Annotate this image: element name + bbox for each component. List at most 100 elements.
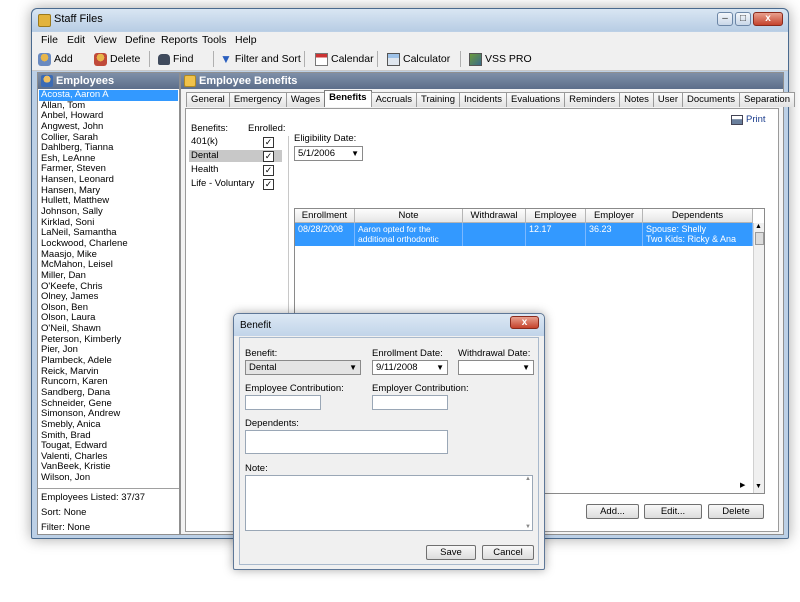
- delete-button[interactable]: Delete: [94, 51, 140, 67]
- employee-list-item[interactable]: Miller, Dan: [39, 271, 178, 282]
- employee-list-item[interactable]: Dahlberg, Tianna: [39, 143, 178, 154]
- employee-list-item[interactable]: Johnson, Sally: [39, 207, 178, 218]
- employee-list-item[interactable]: O'Keefe, Chris: [39, 282, 178, 293]
- column-header[interactable]: Employer Pays: [586, 209, 643, 223]
- employee-list-item[interactable]: Schneider, Gene: [39, 399, 178, 410]
- add-button[interactable]: Add: [38, 51, 73, 67]
- employee-list-item[interactable]: Angwest, John: [39, 122, 178, 133]
- tab-documents[interactable]: Documents: [682, 92, 740, 107]
- dialog-title-bar[interactable]: Benefit x: [234, 314, 544, 336]
- menu-define[interactable]: Define: [125, 34, 155, 46]
- column-header[interactable]: Note: [355, 209, 463, 223]
- employee-list-item[interactable]: McMahon, Leisel: [39, 260, 178, 271]
- table-cell[interactable]: 36.23: [586, 223, 643, 246]
- employee-list-item[interactable]: Tougat, Edward: [39, 441, 178, 452]
- note-textarea[interactable]: ▲ ▼: [245, 475, 533, 531]
- employee-list-item[interactable]: Olson, Laura: [39, 313, 178, 324]
- table-cell[interactable]: 12.17: [526, 223, 586, 246]
- cancel-button[interactable]: Cancel: [482, 545, 534, 560]
- menu-edit[interactable]: Edit: [67, 34, 85, 46]
- tab-benefits[interactable]: Benefits: [324, 90, 371, 107]
- employee-list-item[interactable]: O'Neil, Shawn: [39, 324, 178, 335]
- employee-list-item[interactable]: Peterson, Kimberly: [39, 335, 178, 346]
- add-benefit-button[interactable]: Add...: [586, 504, 639, 519]
- benefit-list-item[interactable]: Health✓: [189, 164, 282, 176]
- menu-help[interactable]: Help: [235, 34, 257, 46]
- calculator-button[interactable]: Calculator: [387, 51, 450, 67]
- maximize-button[interactable]: □: [735, 12, 751, 26]
- employee-list-item[interactable]: Collier, Sarah: [39, 133, 178, 144]
- tab-training[interactable]: Training: [416, 92, 460, 107]
- table-cell[interactable]: 08/28/2008: [295, 223, 355, 246]
- employee-list-item[interactable]: Plambeck, Adele: [39, 356, 178, 367]
- menu-tools[interactable]: Tools: [202, 34, 227, 46]
- employee-list-item[interactable]: Sandberg, Dana: [39, 388, 178, 399]
- employee-list-item[interactable]: Reick, Marvin: [39, 367, 178, 378]
- menu-file[interactable]: File: [41, 34, 58, 46]
- employee-list-item[interactable]: Smith, Brad: [39, 431, 178, 442]
- benefit-list-item[interactable]: Life - Voluntary✓: [189, 178, 282, 190]
- column-header[interactable]: Employee Pays: [526, 209, 586, 223]
- column-header[interactable]: Dependents: [643, 209, 753, 223]
- withdrawal-date-picker[interactable]: ▼: [458, 360, 534, 375]
- column-header[interactable]: Withdrawal Date: [463, 209, 526, 223]
- benefit-select[interactable]: Dental ▼: [245, 360, 361, 375]
- menu-view[interactable]: View: [94, 34, 117, 46]
- employee-list-item[interactable]: Pier, Jon: [39, 345, 178, 356]
- tab-reminders[interactable]: Reminders: [564, 92, 620, 107]
- tab-notes[interactable]: Notes: [619, 92, 654, 107]
- menu-reports[interactable]: Reports: [161, 34, 198, 46]
- table-cell[interactable]: [463, 223, 526, 246]
- tab-user[interactable]: User: [653, 92, 683, 107]
- employee-list-item[interactable]: Hullett, Matthew: [39, 196, 178, 207]
- employee-list-item[interactable]: LaNeil, Samantha: [39, 228, 178, 239]
- employee-list-item[interactable]: Runcorn, Karen: [39, 377, 178, 388]
- employee-list-item[interactable]: Allan, Tom: [39, 101, 178, 112]
- employer-contribution-input[interactable]: [372, 395, 448, 410]
- tab-incidents[interactable]: Incidents: [459, 92, 507, 107]
- benefit-list-item[interactable]: Dental✓: [189, 150, 282, 162]
- employee-list-item[interactable]: Smebly, Anica: [39, 420, 178, 431]
- employee-list-item[interactable]: Kirklad, Soni: [39, 218, 178, 229]
- enrolled-checkbox[interactable]: ✓: [263, 151, 274, 162]
- employee-list-item[interactable]: Olson, Ben: [39, 303, 178, 314]
- close-button[interactable]: x: [753, 12, 783, 26]
- print-button[interactable]: Print: [731, 114, 766, 125]
- enrolled-checkbox[interactable]: ✓: [263, 179, 274, 190]
- employee-list-item[interactable]: Hansen, Mary: [39, 186, 178, 197]
- minimize-button[interactable]: –: [717, 12, 733, 26]
- column-header[interactable]: Enrollment Date: [295, 209, 355, 223]
- find-button[interactable]: Find: [158, 51, 193, 67]
- employee-list-item[interactable]: Farmer, Steven: [39, 164, 178, 175]
- employee-list-item[interactable]: Acosta, Aaron A: [39, 90, 178, 101]
- employee-list-item[interactable]: VanBeek, Kristie: [39, 462, 178, 473]
- enrolled-checkbox[interactable]: ✓: [263, 165, 274, 176]
- scroll-thumb[interactable]: [755, 232, 764, 245]
- tab-accruals[interactable]: Accruals: [371, 92, 417, 107]
- tab-separation[interactable]: Separation: [739, 92, 795, 107]
- grid-scrollbar[interactable]: ▲ ▼: [753, 223, 764, 493]
- save-button[interactable]: Save: [426, 545, 476, 560]
- dependents-input[interactable]: [245, 430, 448, 454]
- employee-contribution-input[interactable]: [245, 395, 321, 410]
- table-cell[interactable]: Aaron opted for the additional orthodont…: [355, 223, 463, 246]
- employee-list[interactable]: Acosta, Aaron AAllan, TomAnbel, HowardAn…: [39, 90, 178, 484]
- filter-sort-button[interactable]: ▼ Filter and Sort: [220, 51, 301, 67]
- employee-list-item[interactable]: Simonson, Andrew: [39, 409, 178, 420]
- employee-list-item[interactable]: Anbel, Howard: [39, 111, 178, 122]
- employee-list-item[interactable]: Valenti, Charles: [39, 452, 178, 463]
- tab-wages[interactable]: Wages: [286, 92, 325, 107]
- calendar-button[interactable]: Calendar: [315, 51, 374, 67]
- employee-list-item[interactable]: Hansen, Leonard: [39, 175, 178, 186]
- tab-general[interactable]: General: [186, 92, 230, 107]
- delete-benefit-button[interactable]: Delete: [708, 504, 764, 519]
- dialog-close-button[interactable]: x: [510, 316, 539, 329]
- employee-list-item[interactable]: Olney, James: [39, 292, 178, 303]
- tab-emergency[interactable]: Emergency: [229, 92, 287, 107]
- enrolled-checkbox[interactable]: ✓: [263, 137, 274, 148]
- eligibility-date-picker[interactable]: 5/1/2006 ▼: [294, 146, 363, 161]
- table-cell[interactable]: Spouse: Shelly Two Kids: Ricky & Ana: [643, 223, 753, 246]
- title-bar[interactable]: Staff Files – □ x: [32, 9, 788, 31]
- edit-benefit-button[interactable]: Edit...: [644, 504, 702, 519]
- employee-list-item[interactable]: Esh, LeAnne: [39, 154, 178, 165]
